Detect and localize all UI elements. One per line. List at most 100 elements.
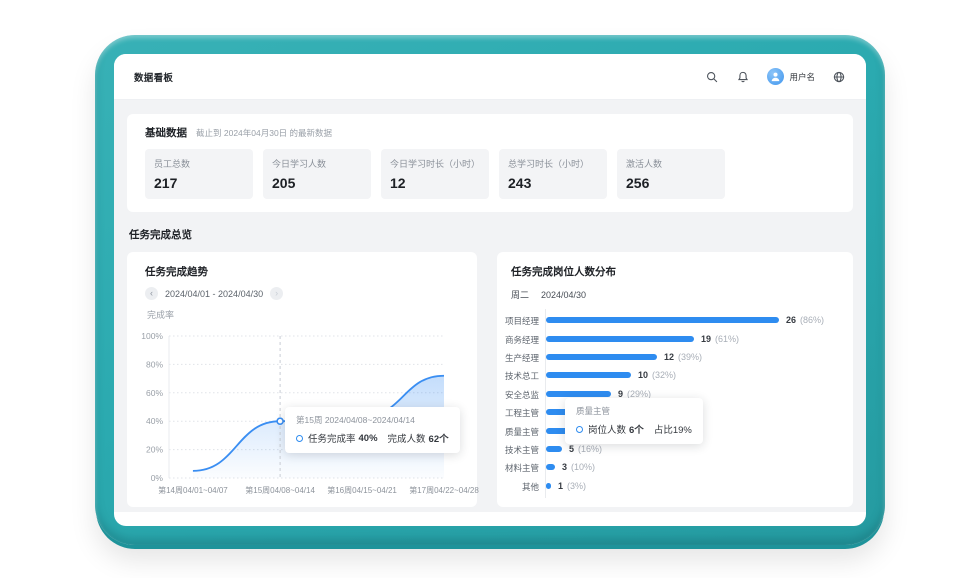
bar-percent: (3%) bbox=[567, 481, 586, 491]
positions-title: 任务完成岗位人数分布 bbox=[511, 264, 839, 279]
bar-percent: (10%) bbox=[571, 462, 595, 472]
trend-card: 任务完成趋势 ‹ 2024/04/01 - 2024/04/30 › 完成率 0%… bbox=[127, 252, 477, 507]
x-tick-label: 第15周04/08~04/14 bbox=[245, 485, 315, 495]
positions-tooltip-extra: 占比19% bbox=[654, 422, 692, 436]
series-dot-icon bbox=[576, 426, 583, 433]
bar-category-label: 技术主管 bbox=[511, 444, 539, 454]
y-tick-label: 40% bbox=[146, 416, 163, 426]
stat-value: 217 bbox=[154, 175, 244, 191]
bar[interactable] bbox=[546, 317, 779, 323]
x-tick-label: 第16周04/15~04/21 bbox=[327, 485, 397, 495]
series-dot-icon bbox=[296, 435, 303, 442]
page: 数据看板 用户名 bbox=[0, 0, 980, 578]
prev-period-button[interactable]: ‹ bbox=[145, 287, 158, 300]
positions-weekday: 周二 bbox=[511, 288, 529, 301]
trend-tooltip-extra-label: 完成人数 bbox=[388, 431, 426, 445]
positions-tooltip-series: 岗位人数 bbox=[588, 422, 626, 436]
topbar-actions: 用户名 bbox=[705, 68, 846, 85]
stat-label: 员工总数 bbox=[154, 157, 244, 170]
stat-value: 12 bbox=[390, 175, 480, 191]
bar-percent: (86%) bbox=[800, 315, 824, 325]
y-tick-label: 100% bbox=[141, 331, 163, 341]
bar[interactable] bbox=[546, 336, 694, 342]
stat-card: 今日学习人数 205 bbox=[263, 149, 371, 199]
positions-tooltip-line: 岗位人数 6个 占比19% bbox=[576, 422, 692, 436]
bar-value: 3 bbox=[562, 462, 567, 472]
username-label: 用户名 bbox=[789, 71, 815, 83]
stat-value: 205 bbox=[272, 175, 362, 191]
bar[interactable] bbox=[546, 372, 631, 378]
bar-category-label: 安全总监 bbox=[511, 389, 539, 399]
trend-date-range: 2024/04/01 - 2024/04/30 bbox=[165, 289, 263, 299]
bar-category-label: 生产经理 bbox=[511, 352, 539, 362]
stat-label: 激活人数 bbox=[626, 157, 716, 170]
trend-title: 任务完成趋势 bbox=[145, 264, 459, 279]
bar-value: 19 bbox=[701, 334, 711, 344]
x-tick-label: 第17周04/22~04/28 bbox=[409, 485, 479, 495]
bar-percent: (32%) bbox=[652, 370, 676, 380]
bar[interactable] bbox=[546, 464, 555, 470]
bar-percent: (39%) bbox=[678, 352, 702, 362]
bar-category-label: 技术总工 bbox=[511, 370, 539, 380]
stat-card: 今日学习时长（小时） 12 bbox=[381, 149, 489, 199]
bar-value: 10 bbox=[638, 370, 648, 380]
x-tick-label: 第14周04/01~04/07 bbox=[158, 485, 228, 495]
basic-data-title: 基础数据 bbox=[145, 125, 187, 140]
bar-category-label: 质量主管 bbox=[511, 426, 539, 436]
y-tick-label: 0% bbox=[151, 473, 164, 483]
user-menu[interactable]: 用户名 bbox=[767, 68, 815, 85]
bar-axis-line bbox=[545, 309, 546, 498]
bar-percent: (16%) bbox=[578, 444, 602, 454]
bell-icon[interactable] bbox=[736, 70, 750, 84]
user-avatar bbox=[767, 68, 784, 85]
positions-tooltip-title: 质量主管 bbox=[576, 405, 692, 417]
bar-category-label: 其他 bbox=[511, 481, 539, 491]
trend-date-nav: ‹ 2024/04/01 - 2024/04/30 › bbox=[145, 287, 459, 300]
search-icon[interactable] bbox=[705, 70, 719, 84]
bar-row: 商务经理 19 (61%) bbox=[511, 329, 839, 347]
y-tick-label: 80% bbox=[146, 359, 163, 369]
stat-label: 今日学习时长（小时） bbox=[390, 157, 480, 170]
bar-category-label: 工程主管 bbox=[511, 407, 539, 417]
bar-row: 技术总工 10 (32%) bbox=[511, 366, 839, 384]
bar-row: 其他 1 (3%) bbox=[511, 477, 839, 495]
globe-icon[interactable] bbox=[832, 70, 846, 84]
app-title: 数据看板 bbox=[134, 70, 173, 84]
dashboard-screen: 数据看板 用户名 bbox=[114, 54, 866, 526]
tablet-frame: 数据看板 用户名 bbox=[95, 35, 885, 545]
trend-line-chart[interactable]: 完成率0%20%40%60%80%100%第14周04/01~04/07第15周… bbox=[145, 306, 459, 500]
dashboard-content: 基础数据 截止到 2024年04月30日 的最新数据 员工总数 217 今日学习… bbox=[114, 100, 866, 512]
bar-row: 项目经理 26 (86%) bbox=[511, 311, 839, 329]
bar[interactable] bbox=[546, 391, 611, 397]
y-tick-label: 20% bbox=[146, 445, 163, 455]
stat-label: 总学习时长（小时） bbox=[508, 157, 598, 170]
basic-data-subtitle: 截止到 2024年04月30日 的最新数据 bbox=[196, 127, 332, 139]
positions-card: 任务完成岗位人数分布 周二 2024/04/30 项目经理 26 (86%) 商… bbox=[497, 252, 853, 507]
basic-data-card: 基础数据 截止到 2024年04月30日 的最新数据 员工总数 217 今日学习… bbox=[127, 114, 853, 212]
stat-card: 员工总数 217 bbox=[145, 149, 253, 199]
bar-percent: (61%) bbox=[715, 334, 739, 344]
bar[interactable] bbox=[546, 354, 657, 360]
next-period-button[interactable]: › bbox=[270, 287, 283, 300]
bar-row: 生产经理 12 (39%) bbox=[511, 348, 839, 366]
positions-date-row: 周二 2024/04/30 bbox=[511, 288, 839, 301]
bar-row: 材料主管 3 (10%) bbox=[511, 458, 839, 476]
trend-tooltip-extra-value: 62个 bbox=[429, 431, 449, 445]
bar[interactable] bbox=[546, 483, 551, 489]
trend-tooltip: 第15周 2024/04/08~2024/04/14 任务完成率 40% 完成人… bbox=[285, 407, 460, 453]
trend-tooltip-title: 第15周 2024/04/08~2024/04/14 bbox=[296, 414, 449, 426]
y-tick-label: 60% bbox=[146, 388, 163, 398]
bar-category-label: 材料主管 bbox=[511, 462, 539, 472]
bar[interactable] bbox=[546, 446, 562, 452]
y-axis-label: 完成率 bbox=[147, 309, 174, 320]
trend-tooltip-series: 任务完成率 bbox=[308, 431, 356, 445]
stat-value: 243 bbox=[508, 175, 598, 191]
trend-tooltip-line: 任务完成率 40% 完成人数 62个 bbox=[296, 431, 449, 445]
positions-tooltip-value: 6个 bbox=[629, 422, 644, 436]
topbar: 数据看板 用户名 bbox=[114, 54, 866, 100]
positions-date: 2024/04/30 bbox=[541, 290, 586, 300]
highlight-point-marker bbox=[277, 418, 283, 424]
stat-label: 今日学习人数 bbox=[272, 157, 362, 170]
section-title: 任务完成总览 bbox=[129, 227, 851, 242]
stat-card: 总学习时长（小时） 243 bbox=[499, 149, 607, 199]
